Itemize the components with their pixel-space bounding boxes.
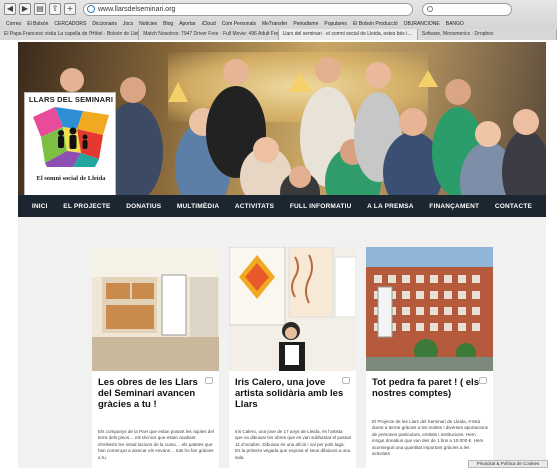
bookmark-item[interactable]: El Bolsón Producció	[353, 21, 398, 27]
hero-banner: LLARS DEL SEMINARI El somni social de Ll…	[18, 42, 546, 195]
url-text: www.llarsdelseminari.org	[98, 5, 176, 13]
browser-tab[interactable]: El Papa Francesc visita La capella de l'…	[0, 29, 140, 40]
nav-item-multimedia[interactable]: MULTIMÈDIA	[177, 203, 219, 210]
post-excerpt: Els companys de la PaH que estan posant …	[98, 429, 214, 460]
post-excerpt: El Projecte de les Llars del Seminari de…	[372, 419, 488, 457]
browser-toolbar: ◀ ▶ ▤ ⇧ + www.llarsdelseminari.org	[0, 0, 557, 18]
browser-tabs: El Papa Francesc visita La capella de l'…	[0, 29, 557, 40]
stage-decoration	[168, 82, 188, 102]
bookmark-item[interactable]: BANGO	[446, 21, 464, 27]
bookmark-item[interactable]: Diccionaris	[92, 21, 116, 27]
browser-tab[interactable]: Match Nosotros: 7947 Driver Free · Full …	[139, 29, 279, 40]
nav-item-financament[interactable]: FINANÇAMENT	[429, 203, 479, 210]
post-title[interactable]: Les obres de les Llars del Seminari avan…	[98, 377, 214, 410]
post-image-construction[interactable]	[92, 247, 219, 371]
search-icon	[427, 5, 433, 12]
bookmark-item[interactable]: MeTransfer	[262, 21, 287, 27]
nav-item-inici[interactable]: INICI	[32, 203, 48, 210]
logo-graphic	[33, 107, 109, 167]
bookmark-item[interactable]: iCloud	[202, 21, 216, 27]
bookmark-item[interactable]: OBJRANCIONE	[404, 21, 440, 27]
stage-decoration	[418, 70, 438, 87]
main-nav: INICI EL PROJECTE DONATIUS MULTIMÈDIA AC…	[18, 195, 546, 217]
photo-people	[44, 57, 546, 195]
post-excerpt: Iris Calero, una jove de 17 anys de Llei…	[235, 429, 351, 460]
globe-icon	[87, 4, 95, 13]
browser-tab-active[interactable]: Llars del seminari · el somni social de …	[278, 29, 418, 40]
post-title[interactable]: Tot pedra fa paret ! ( els nostres compt…	[372, 377, 488, 399]
bookmark-item[interactable]: Aportar	[179, 21, 195, 27]
post-title[interactable]: Iris Calero, una jove artista solidària …	[235, 377, 351, 410]
bookmark-item[interactable]: Periodisme	[293, 21, 318, 27]
bookmark-item[interactable]: Notícies	[139, 21, 157, 27]
logo-subtitle: El somni social de Lleida	[36, 175, 106, 182]
post-image-artist[interactable]	[229, 247, 356, 371]
nav-item-a-la-premsa[interactable]: A LA PREMSA	[367, 203, 414, 210]
bookmark-item[interactable]: Jocs	[123, 21, 133, 27]
nav-item-donatius[interactable]: DONATIUS	[126, 203, 161, 210]
bookmark-item[interactable]: Populares	[324, 21, 347, 27]
nav-item-contacte[interactable]: CONTACTE	[495, 203, 532, 210]
bookmark-item[interactable]: Blog	[163, 21, 173, 27]
add-tab-button[interactable]: +	[64, 3, 76, 15]
comment-icon[interactable]	[205, 377, 213, 384]
nav-item-el-projecte[interactable]: EL PROJECTE	[63, 203, 110, 210]
search-field[interactable]	[422, 2, 512, 16]
post-card[interactable]: Les obres de les Llars del Seminari avan…	[92, 247, 219, 468]
share-icon[interactable]: ⇧	[49, 3, 61, 15]
nav-item-activitats[interactable]: ACTIVITATS	[235, 203, 274, 210]
post-image-building[interactable]	[366, 247, 493, 371]
browser-tab[interactable]: Sofware, Monomerics · Dropbox	[417, 29, 557, 40]
bookmark-item[interactable]: El Bolsón	[27, 21, 48, 27]
site-logo[interactable]: LLARS DEL SEMINARI El somni social de Ll…	[24, 92, 116, 195]
bookmark-item[interactable]: CERCADORS	[54, 21, 86, 27]
comment-icon[interactable]	[479, 377, 487, 384]
comment-icon[interactable]	[342, 377, 350, 384]
bookmarks-bar: Correo El Bolsón CERCADORS Diccionaris J…	[0, 18, 557, 29]
address-bar[interactable]: www.llarsdelseminari.org	[83, 2, 413, 16]
forward-button[interactable]: ▶	[19, 3, 31, 15]
sidebar-icon[interactable]: ▤	[34, 3, 46, 15]
stage-decoration	[288, 72, 312, 92]
cookie-notice[interactable]: Privacitat & Política de Cookies	[468, 460, 548, 468]
logo-title: LLARS DEL SEMINARI	[28, 95, 114, 104]
bookmark-item[interactable]: Com Personals	[222, 21, 256, 27]
post-card[interactable]: Tot pedra fa paret ! ( els nostres compt…	[366, 247, 493, 468]
browser-chrome: ◀ ▶ ▤ ⇧ + www.llarsdelseminari.org Corre…	[0, 0, 557, 40]
post-card[interactable]: Iris Calero, una jove artista solidària …	[229, 247, 356, 468]
bookmark-item[interactable]: Correo	[6, 21, 21, 27]
nav-item-full-informatiu[interactable]: FULL INFORMATIU	[290, 203, 352, 210]
posts-section: Les obres de les Llars del Seminari avan…	[18, 217, 546, 468]
back-button[interactable]: ◀	[4, 3, 16, 15]
